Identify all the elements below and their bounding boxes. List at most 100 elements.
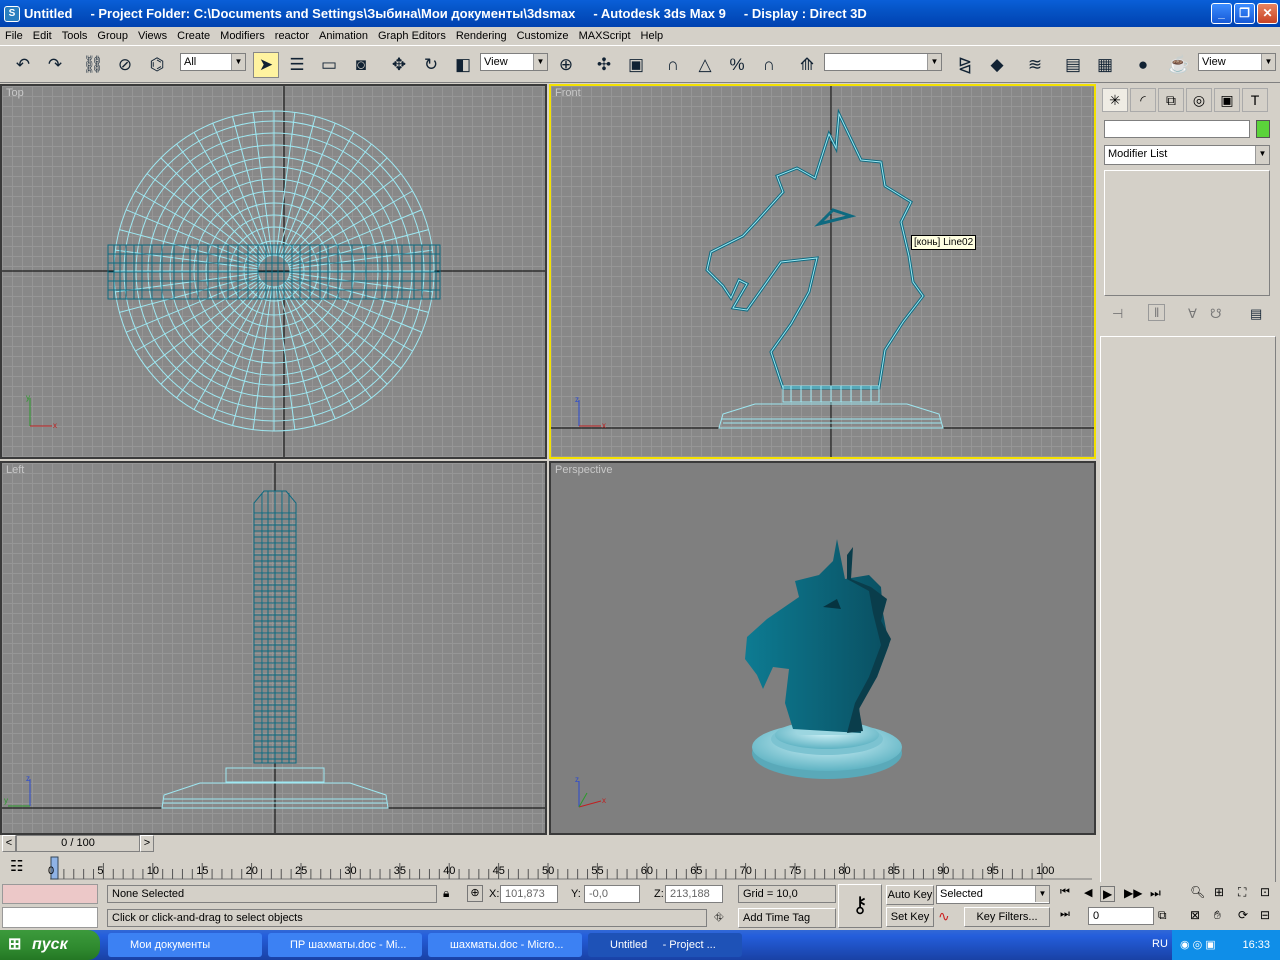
material-editor-icon[interactable]: ●: [1130, 52, 1156, 78]
viewport-top[interactable]: Top y x: [0, 84, 547, 459]
time-tag-icon[interactable]: ⛗: [714, 910, 724, 925]
modify-tab-icon[interactable]: ◜: [1130, 88, 1156, 112]
key-tangent-icon[interactable]: ∿: [938, 908, 950, 925]
goto-end-icon[interactable]: ⏭: [1150, 886, 1161, 901]
percent-snap-icon[interactable]: %: [724, 52, 750, 78]
add-time-tag-button[interactable]: Add Time Tag: [738, 908, 836, 928]
undo-icon[interactable]: ↶: [10, 52, 36, 78]
rectangular-selection-icon[interactable]: ▭: [316, 52, 342, 78]
menu-graph-editors[interactable]: Graph Editors: [373, 30, 451, 42]
layer-manager-icon[interactable]: ≋: [1022, 52, 1048, 78]
unlink-icon[interactable]: ⊘: [112, 52, 138, 78]
tray-icons[interactable]: ◉ ◎ ▣: [1180, 930, 1216, 960]
play-icon[interactable]: ▶: [1100, 886, 1116, 902]
start-button[interactable]: ⊞ пуск: [0, 930, 100, 960]
modifier-list-dropdown[interactable]: Modifier List ▼: [1104, 145, 1270, 165]
snaps-toggle-icon[interactable]: ∩: [660, 52, 686, 78]
field-of-view-icon[interactable]: ⊠: [1190, 908, 1200, 922]
menu-create[interactable]: Create: [172, 30, 215, 42]
previous-frame-icon[interactable]: ◀: [1084, 886, 1092, 899]
display-tab-icon[interactable]: ▣: [1214, 88, 1240, 112]
minimize-button[interactable]: _: [1211, 3, 1232, 24]
time-slider-prev[interactable]: <: [2, 835, 16, 852]
hierarchy-tab-icon[interactable]: ⧉: [1158, 88, 1184, 112]
zoom-icon[interactable]: 🔍︎: [1190, 885, 1205, 899]
x-coordinate-field[interactable]: 101,873: [500, 885, 558, 903]
zoom-extents-all-icon[interactable]: ⊡: [1260, 885, 1270, 899]
taskbar-item-word-2[interactable]: шахматы.doc - Micro...: [428, 933, 582, 957]
select-and-move-icon[interactable]: ✥: [386, 52, 412, 78]
viewport-left[interactable]: Left z y: [0, 461, 547, 835]
make-unique-icon[interactable]: ∀: [1188, 306, 1197, 322]
select-and-link-icon[interactable]: ⛓: [80, 52, 106, 78]
taskbar-item-word-1[interactable]: ПР шахматы.doc - Mi...: [268, 933, 422, 957]
select-and-rotate-icon[interactable]: ↻: [418, 52, 444, 78]
menu-rendering[interactable]: Rendering: [451, 30, 512, 42]
mirror-icon[interactable]: ⧎: [952, 52, 978, 78]
taskbar-item-my-documents[interactable]: Мои документы: [108, 933, 262, 957]
next-frame-icon[interactable]: ▶▶: [1124, 886, 1142, 900]
render-scene-icon[interactable]: ☕: [1166, 52, 1192, 78]
pin-stack-icon[interactable]: ⊣: [1112, 306, 1123, 322]
viewport-perspective[interactable]: Perspective z x: [549, 461, 1096, 835]
taskbar-item-3dsmax[interactable]: Untitled - Project ...: [588, 933, 742, 957]
z-coordinate-field[interactable]: 213,188: [665, 885, 723, 903]
menu-help[interactable]: Help: [636, 30, 669, 42]
menu-customize[interactable]: Customize: [512, 30, 574, 42]
render-type-dropdown[interactable]: View ▼: [1198, 53, 1276, 71]
menu-maxscript[interactable]: MAXScript: [574, 30, 636, 42]
arc-rotate-icon[interactable]: ⟳: [1238, 908, 1248, 922]
modifier-stack[interactable]: [1104, 170, 1270, 296]
angle-snap-icon[interactable]: △: [692, 52, 718, 78]
keyboard-shortcut-override-icon[interactable]: ▣: [623, 52, 649, 78]
time-slider-thumb[interactable]: 0 / 100: [16, 835, 140, 852]
menu-reactor[interactable]: reactor: [270, 30, 314, 42]
selection-filter-dropdown[interactable]: All ▼: [180, 53, 246, 71]
redo-icon[interactable]: ↷: [42, 52, 68, 78]
current-frame-field[interactable]: 0: [1088, 907, 1154, 925]
named-selection-sets-dropdown[interactable]: ▼: [824, 53, 942, 71]
utilities-tab-icon[interactable]: T: [1242, 88, 1268, 112]
menu-file[interactable]: File: [0, 30, 28, 42]
show-end-result-icon[interactable]: ‖: [1148, 304, 1166, 321]
configure-modifier-sets-icon[interactable]: ▤: [1250, 306, 1262, 322]
time-configuration-icon[interactable]: ⧉: [1158, 908, 1167, 923]
key-mode-toggle-icon[interactable]: ⏭: [1060, 908, 1070, 921]
remove-modifier-icon[interactable]: ☋: [1210, 306, 1222, 322]
goto-start-icon[interactable]: ⏮: [1060, 886, 1070, 899]
schematic-view-icon[interactable]: ▦: [1092, 52, 1118, 78]
object-color-swatch[interactable]: [1256, 120, 1270, 138]
maximize-viewport-icon[interactable]: ⊟: [1260, 908, 1270, 922]
menu-animation[interactable]: Animation: [314, 30, 373, 42]
menu-modifiers[interactable]: Modifiers: [215, 30, 270, 42]
motion-tab-icon[interactable]: ◎: [1186, 88, 1212, 112]
spinner-snap-icon[interactable]: ∩: [756, 52, 782, 78]
maxscript-input-mini[interactable]: [2, 907, 98, 928]
zoom-extents-icon[interactable]: ⛶: [1238, 885, 1246, 900]
set-key-icon[interactable]: ⚷: [838, 884, 882, 928]
menu-tools[interactable]: Tools: [57, 30, 93, 42]
set-key-button[interactable]: Set Key: [886, 907, 934, 927]
select-by-name-icon[interactable]: ☰: [284, 52, 310, 78]
key-filters-button[interactable]: Key Filters...: [964, 907, 1050, 927]
window-crossing-icon[interactable]: ◙: [348, 52, 374, 78]
maximize-button[interactable]: ❐: [1234, 3, 1255, 24]
menu-edit[interactable]: Edit: [28, 30, 57, 42]
lock-selection-icon[interactable]: 🔒︎: [443, 886, 449, 901]
reference-coordinate-dropdown[interactable]: View ▼: [480, 53, 548, 71]
close-button[interactable]: ✕: [1257, 3, 1278, 24]
menu-views[interactable]: Views: [133, 30, 172, 42]
maxscript-listener-mini[interactable]: [2, 884, 98, 904]
menu-group[interactable]: Group: [92, 30, 133, 42]
align-icon[interactable]: ◆: [984, 52, 1010, 78]
y-coordinate-field[interactable]: -0,0: [584, 885, 640, 903]
select-and-scale-icon[interactable]: ◧: [450, 52, 476, 78]
time-slider-next[interactable]: >: [140, 835, 154, 852]
create-tab-icon[interactable]: ✳: [1102, 88, 1128, 112]
object-name-field[interactable]: [1104, 120, 1250, 138]
pan-icon[interactable]: ✋︎: [1214, 908, 1221, 923]
zoom-all-icon[interactable]: ⊞: [1214, 885, 1224, 899]
pivot-center-icon[interactable]: ⊕: [553, 52, 579, 78]
absolute-mode-icon[interactable]: ⊕: [467, 885, 483, 902]
track-bar[interactable]: ☷ 0 5 10 15 20 25 30 35 40 45 50 55 60 65 70 75 80 85 90 95…: [0, 855, 1098, 881]
